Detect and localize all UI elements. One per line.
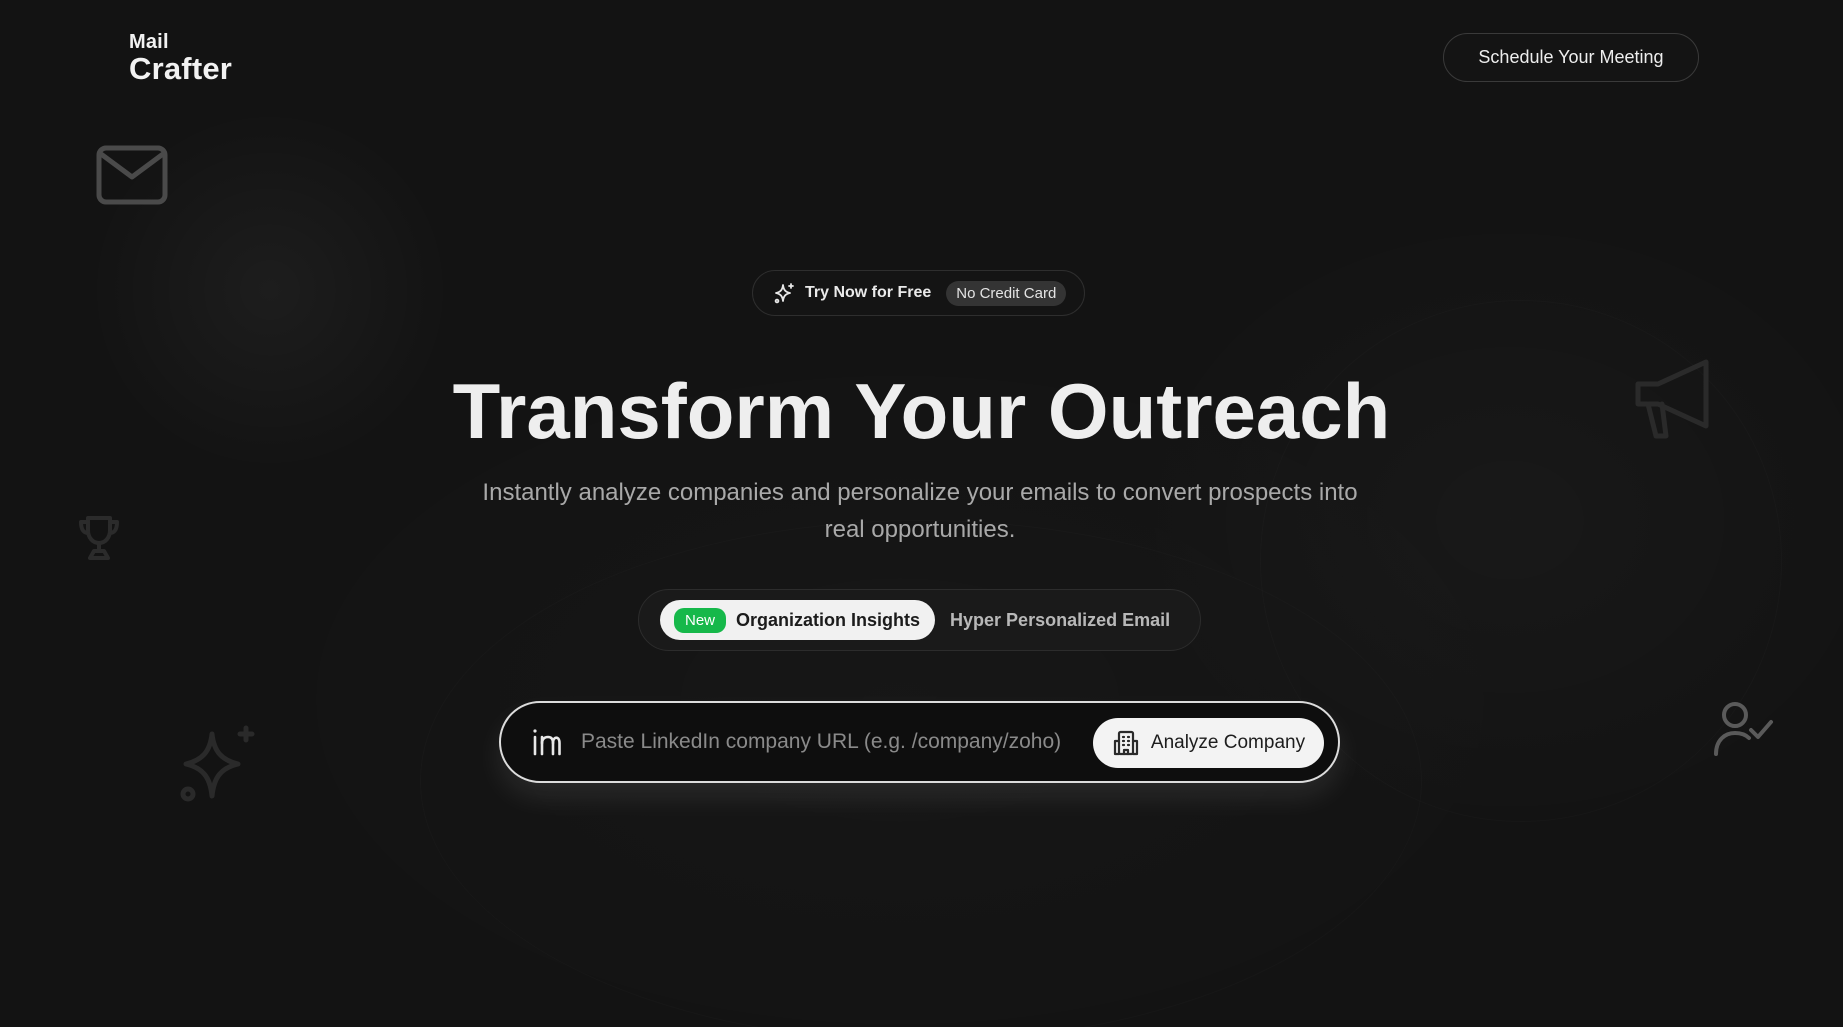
hero-title: Transform Your Outreach bbox=[452, 367, 1391, 455]
company-search-bar: Analyze Company bbox=[499, 701, 1340, 783]
company-url-input[interactable] bbox=[579, 721, 1083, 763]
tab-hyper-personalized-email[interactable]: Hyper Personalized Email bbox=[950, 610, 1170, 631]
building-icon bbox=[1112, 729, 1140, 757]
logo-line-1: Mail bbox=[129, 31, 169, 53]
new-badge: New bbox=[674, 607, 727, 633]
analyze-company-label: Analyze Company bbox=[1150, 732, 1306, 753]
linkedin-icon bbox=[531, 727, 561, 757]
try-free-label: Try Now for Free bbox=[805, 284, 932, 301]
schedule-meeting-button[interactable]: Schedule Your Meeting bbox=[1443, 33, 1699, 82]
sparkle-icon bbox=[773, 282, 795, 304]
analyze-company-button[interactable]: Analyze Company bbox=[1093, 718, 1324, 768]
user-check-icon bbox=[1713, 700, 1775, 758]
try-free-pill[interactable]: Try Now for Free No Credit Card bbox=[752, 270, 1085, 316]
hero-subtitle: Instantly analyze companies and personal… bbox=[482, 479, 1358, 543]
no-credit-card-badge: No Credit Card bbox=[946, 280, 1067, 306]
sparkle-icon bbox=[176, 722, 260, 806]
mail-icon bbox=[96, 144, 168, 206]
mode-tabs: New Organization Insights Hyper Personal… bbox=[638, 589, 1201, 651]
landing-page: Mail Crafter Schedule Your Meeting Try N… bbox=[0, 0, 1843, 1027]
tab-organization-insights[interactable]: New Organization Insights bbox=[660, 600, 936, 640]
logo-line-2: Crafter bbox=[129, 51, 233, 86]
tab-label: Organization Insights bbox=[736, 609, 921, 630]
trophy-icon bbox=[76, 514, 122, 562]
logo[interactable]: Mail Crafter bbox=[129, 32, 232, 84]
